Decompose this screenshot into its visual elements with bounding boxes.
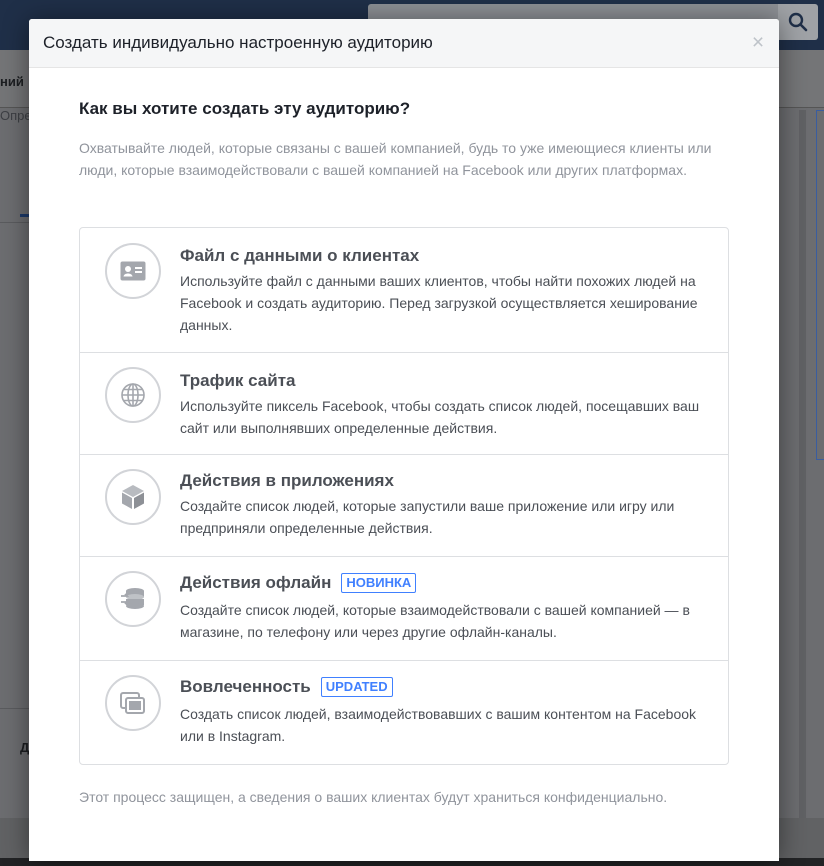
option-engagement[interactable]: Вовлеченность UPDATED Создать список люд… [80, 661, 728, 764]
option-description: Создайте список людей, которые взаимодей… [180, 602, 690, 640]
close-icon[interactable]: × [747, 32, 769, 54]
option-customer-file[interactable]: Файл с данными о клиентах Используйте фа… [80, 228, 728, 353]
new-badge: НОВИНКА [341, 573, 417, 593]
option-description: Используйте пиксель Facebook, чтобы созд… [180, 398, 700, 436]
option-title: Трафик сайта [180, 371, 296, 390]
background-search-button [778, 4, 818, 40]
customer-file-icon [105, 243, 161, 299]
option-website-traffic[interactable]: Трафик сайта Используйте пиксель Faceboo… [80, 353, 728, 455]
create-custom-audience-dialog: Создать индивидуально настроенную аудито… [29, 19, 779, 861]
dialog-question: Как вы хотите создать эту аудиторию? [79, 99, 411, 118]
dialog-intro: Охватывайте людей, которые связаны с ваш… [79, 140, 712, 178]
option-description: Создать список людей, взаимодействовавши… [180, 706, 697, 744]
option-title: Действия в приложениях [180, 471, 394, 490]
engagement-icon [105, 675, 161, 731]
background-right-panel [779, 50, 824, 818]
audience-source-list: Файл с данными о клиентах Используйте фа… [79, 227, 729, 765]
option-title: Вовлеченность UPDATED [180, 677, 393, 697]
globe-icon [105, 367, 161, 423]
option-app-activity[interactable]: Действия в приложениях Создайте список л… [80, 455, 728, 557]
privacy-note: Этот процесс защищен, а сведения о ваших… [79, 789, 668, 805]
option-title: Файл с данными о клиентах [180, 246, 420, 265]
offline-sync-icon [105, 571, 161, 627]
background-label: Д [20, 740, 30, 755]
search-icon [788, 12, 808, 32]
option-description: Используйте файл с данными ваших клиенто… [180, 273, 698, 333]
option-description: Создайте список людей, которые запустили… [180, 498, 675, 536]
background-left-panel: ний Опре Д [0, 50, 32, 818]
app-cube-icon [105, 469, 161, 525]
background-label: ний [0, 74, 24, 89]
dialog-title: Создать индивидуально настроенную аудито… [43, 33, 433, 52]
option-title: Действия офлайн НОВИНКА [180, 573, 417, 593]
dialog-header: Создать индивидуально настроенную аудито… [29, 19, 779, 68]
updated-badge: UPDATED [320, 677, 393, 697]
option-offline-activity[interactable]: Действия офлайн НОВИНКА Создайте список … [80, 557, 728, 661]
background-label: Опре [0, 108, 32, 123]
